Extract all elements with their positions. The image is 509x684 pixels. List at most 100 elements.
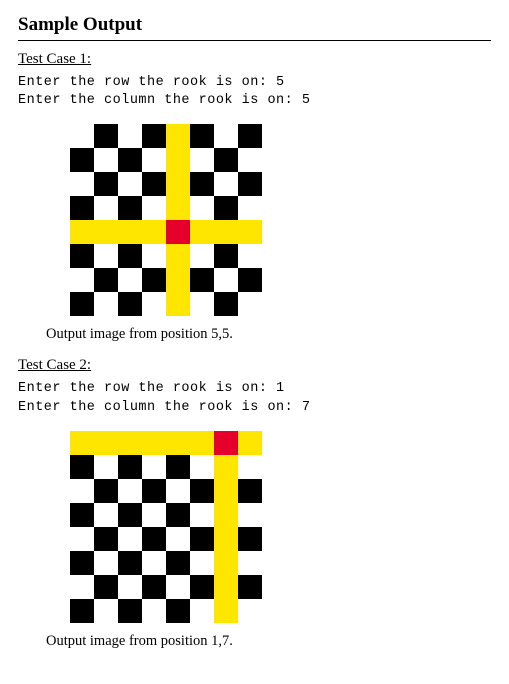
board-cell	[142, 148, 166, 172]
board-cell	[238, 196, 262, 220]
board-wrap	[70, 431, 491, 623]
board-cell	[238, 431, 262, 455]
board-cell	[142, 575, 166, 599]
board-cell	[70, 527, 94, 551]
board-cell	[214, 148, 238, 172]
board-cell	[94, 455, 118, 479]
board-cell	[166, 196, 190, 220]
board-cell	[214, 599, 238, 623]
board-cell	[190, 148, 214, 172]
board-cell	[214, 575, 238, 599]
board-cell	[94, 268, 118, 292]
board-cell	[166, 220, 190, 244]
board-cell	[70, 551, 94, 575]
board-cell	[142, 599, 166, 623]
board-cell	[166, 172, 190, 196]
board-cell	[118, 292, 142, 316]
board-cell	[94, 431, 118, 455]
board-cell	[190, 503, 214, 527]
board-cell	[214, 431, 238, 455]
board-cell	[214, 292, 238, 316]
board-cell	[94, 124, 118, 148]
board-cell	[142, 220, 166, 244]
board-cell	[142, 431, 166, 455]
board-cell	[190, 455, 214, 479]
board-cell	[190, 268, 214, 292]
board-cell	[70, 220, 94, 244]
prompt-col-line: Enter the column the rook is on: 5	[18, 92, 491, 110]
board-caption: Output image from position 1,7.	[46, 633, 491, 650]
board-cell	[166, 292, 190, 316]
board-cell	[214, 196, 238, 220]
board-cell	[214, 268, 238, 292]
board-cell	[238, 527, 262, 551]
board-cell	[118, 455, 142, 479]
board-cell	[70, 503, 94, 527]
board-cell	[70, 124, 94, 148]
board-cell	[70, 148, 94, 172]
board-cell	[118, 148, 142, 172]
board-cell	[238, 268, 262, 292]
board-cell	[190, 196, 214, 220]
board-cell	[70, 268, 94, 292]
board-cell	[214, 479, 238, 503]
board-cell	[94, 148, 118, 172]
board-cell	[94, 575, 118, 599]
board-cell	[118, 172, 142, 196]
board-cell	[214, 455, 238, 479]
board-cell	[214, 172, 238, 196]
board-cell	[166, 551, 190, 575]
board-cell	[94, 479, 118, 503]
board-cell	[142, 124, 166, 148]
board-cell	[70, 575, 94, 599]
board-cell	[214, 503, 238, 527]
board-cell	[238, 599, 262, 623]
board-cell	[190, 124, 214, 148]
board-cell	[166, 455, 190, 479]
board-cell	[118, 220, 142, 244]
test-case-label: Test Case 1:	[18, 51, 491, 68]
board-caption: Output image from position 5,5.	[46, 326, 491, 343]
board-cell	[94, 503, 118, 527]
board-cell	[238, 292, 262, 316]
test-case-1: Test Case 1: Enter the row the rook is o…	[18, 51, 491, 343]
board-cell	[166, 527, 190, 551]
board-cell	[142, 479, 166, 503]
board-cell	[142, 244, 166, 268]
board-cell	[166, 124, 190, 148]
board-cell	[214, 124, 238, 148]
board-cell	[142, 268, 166, 292]
board-cell	[94, 220, 118, 244]
board-cell	[118, 479, 142, 503]
board-cell	[118, 527, 142, 551]
board-cell	[166, 599, 190, 623]
chessboard	[70, 124, 262, 316]
board-cell	[238, 455, 262, 479]
test-case-2: Test Case 2: Enter the row the rook is o…	[18, 357, 491, 649]
board-cell	[214, 527, 238, 551]
board-cell	[238, 220, 262, 244]
board-cell	[70, 244, 94, 268]
board-cell	[190, 479, 214, 503]
board-cell	[166, 431, 190, 455]
board-cell	[190, 172, 214, 196]
board-cell	[190, 527, 214, 551]
test-case-label: Test Case 2:	[18, 357, 491, 374]
board-cell	[166, 575, 190, 599]
board-cell	[142, 455, 166, 479]
board-cell	[118, 124, 142, 148]
board-cell	[166, 479, 190, 503]
board-cell	[238, 575, 262, 599]
board-cell	[142, 196, 166, 220]
board-cell	[214, 551, 238, 575]
board-cell	[166, 148, 190, 172]
board-cell	[142, 503, 166, 527]
board-cell	[214, 244, 238, 268]
board-cell	[94, 172, 118, 196]
board-cell	[190, 220, 214, 244]
board-cell	[190, 599, 214, 623]
board-cell	[94, 244, 118, 268]
board-cell	[238, 124, 262, 148]
chessboard	[70, 431, 262, 623]
board-cell	[118, 575, 142, 599]
